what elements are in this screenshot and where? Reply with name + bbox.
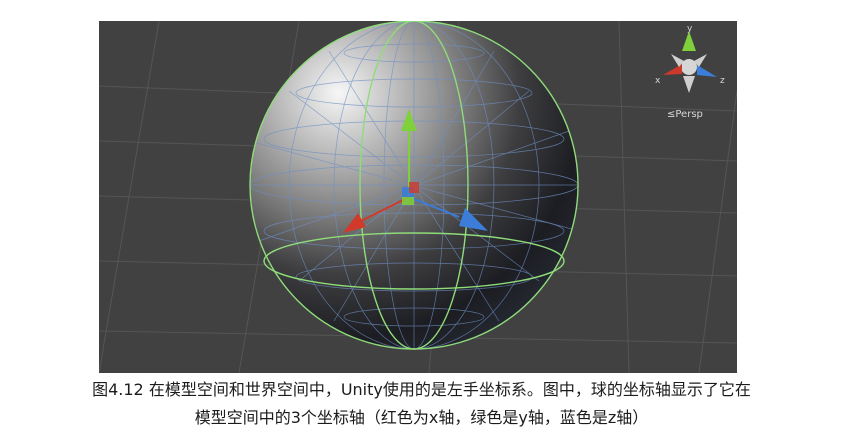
projection-toggle[interactable]: ≤Persp [667,109,703,120]
scene-viewport[interactable]: y x z ≤Persp [99,21,737,373]
gizmo-x-label: x [655,76,661,86]
gizmo-z-cone[interactable] [697,65,717,77]
gizmo-z-label: z [720,76,725,86]
scene-orientation-gizmo[interactable]: y x z [655,24,725,93]
caption-line-1: 图4.12 在模型空间和世界空间中，Unity使用的是左手坐标系。图中，球的坐标… [92,380,751,399]
gizmo-y-cone[interactable] [682,31,696,51]
figure-caption: 图4.12 在模型空间和世界空间中，Unity使用的是左手坐标系。图中，球的坐标… [0,376,843,432]
gizmo-y-label: y [687,24,693,34]
caption-line-2: 模型空间中的3个坐标轴（红色为x轴，绿色是y轴，蓝色是z轴） [194,408,649,427]
scene-canvas[interactable]: y x z [99,21,737,373]
